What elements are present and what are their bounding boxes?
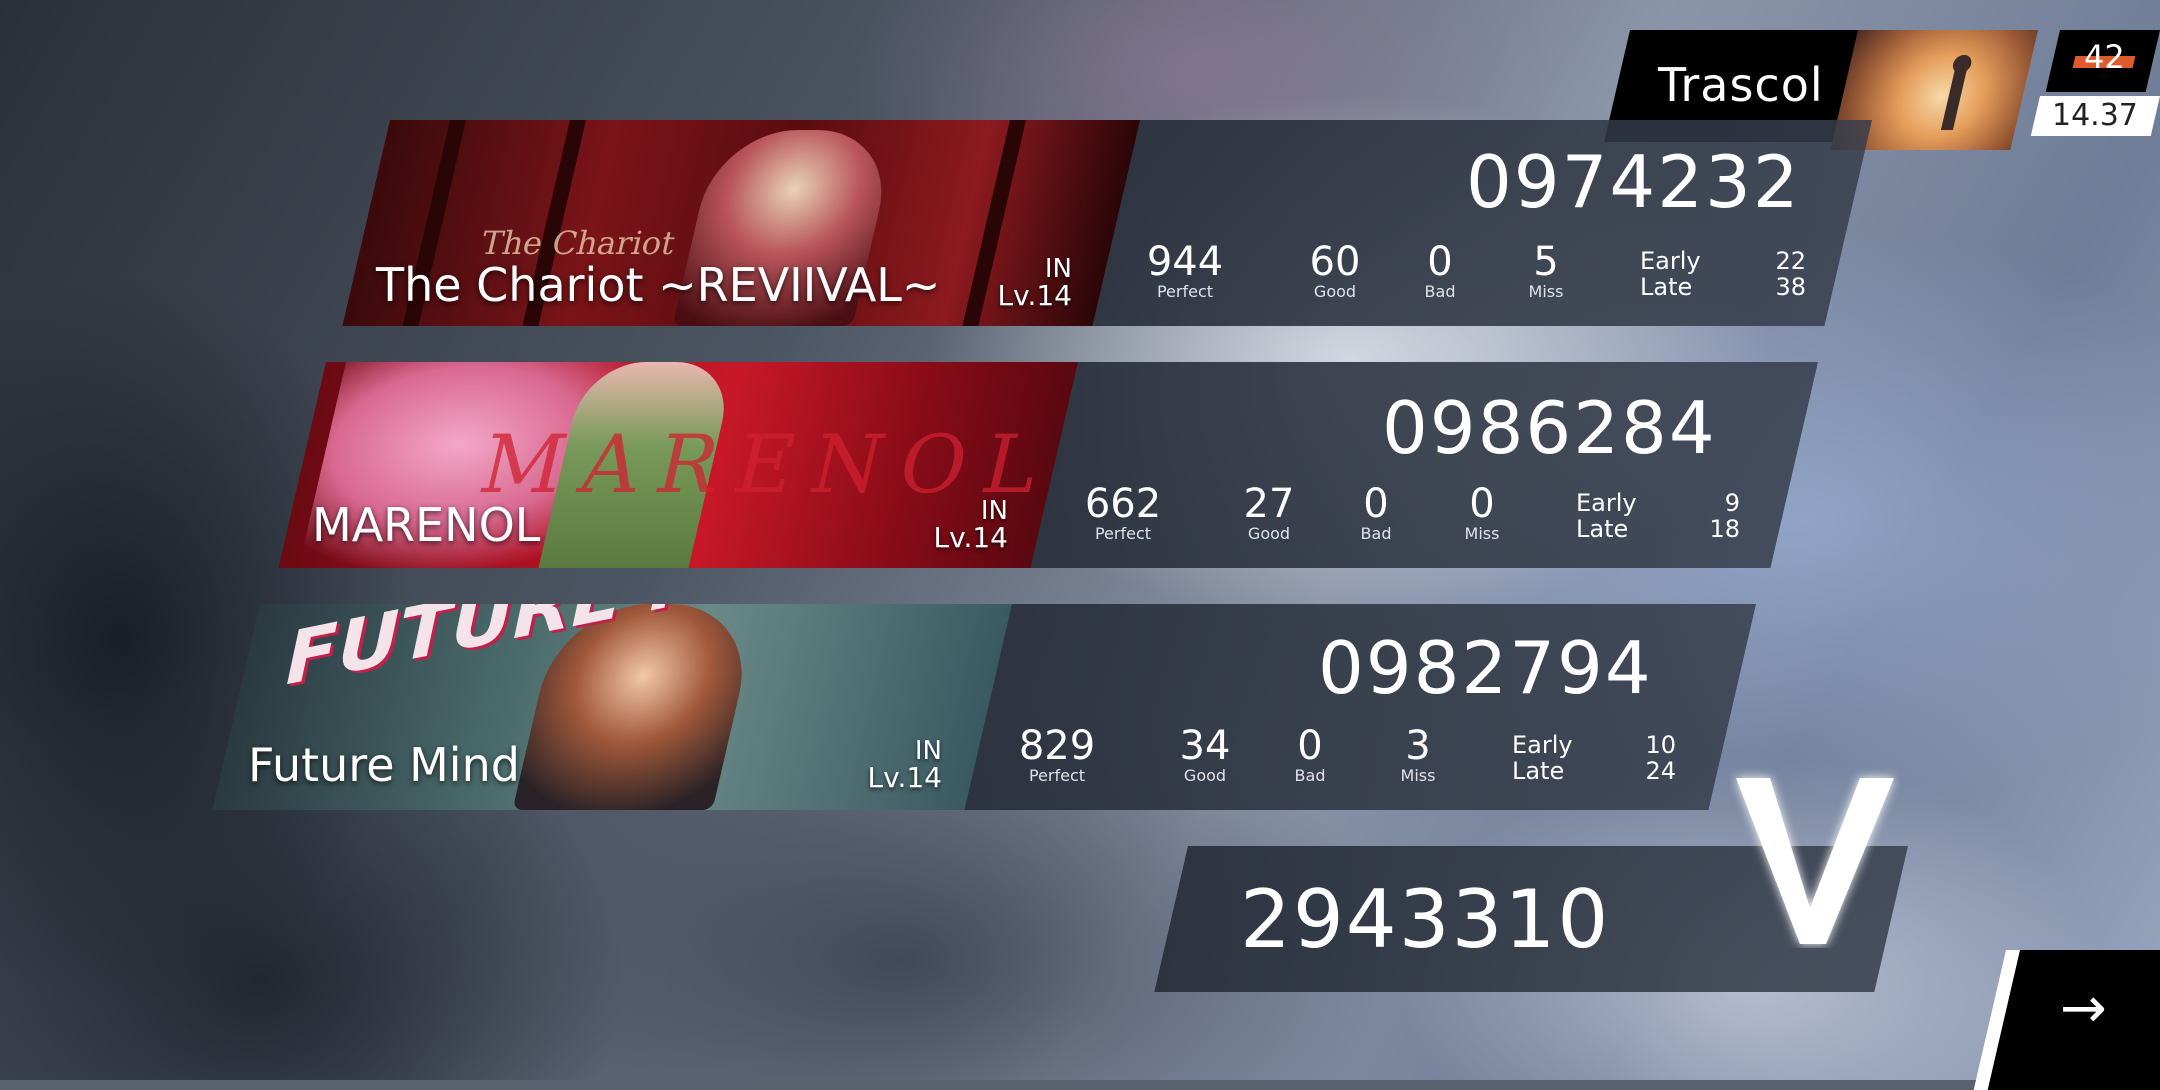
miss-count: 5 <box>1533 239 1559 285</box>
miss-stat: 5 Miss <box>1506 242 1586 301</box>
late-count: 18 <box>1709 515 1740 543</box>
bad-label: Bad <box>1424 282 1456 301</box>
miss-stat: 3 Miss <box>1378 726 1458 785</box>
late-count: 38 <box>1775 273 1806 301</box>
bad-stat: 0 Bad <box>1270 726 1350 785</box>
bad-count: 0 <box>1297 723 1323 769</box>
miss-stat: 0 Miss <box>1442 484 1522 543</box>
next-button[interactable]: → <box>1973 950 2160 1090</box>
early-label: Early <box>1576 489 1637 517</box>
song-level: Lv.14 <box>933 521 1008 554</box>
good-label: Good <box>1183 766 1227 785</box>
arrow-right-icon: → <box>2060 976 2107 1041</box>
song-level: Lv.14 <box>867 761 942 794</box>
song-title: MARENOL <box>312 498 541 552</box>
good-stat: 60 Good <box>1290 242 1380 301</box>
late-label: Late <box>1640 273 1693 301</box>
late-label: Late <box>1512 757 1565 785</box>
perfect-stat: 944 Perfect <box>1130 242 1240 301</box>
total-score: 2943310 <box>1240 873 1611 966</box>
miss-label: Miss <box>1464 524 1500 543</box>
good-count: 27 <box>1243 481 1295 527</box>
miss-count: 0 <box>1469 481 1495 527</box>
bad-stat: 0 Bad <box>1400 242 1480 301</box>
good-label: Good <box>1313 282 1357 301</box>
good-stat: 34 Good <box>1160 726 1250 785</box>
bad-count: 0 <box>1363 481 1389 527</box>
player-name: Trascol <box>1658 58 1824 112</box>
miss-label: Miss <box>1400 766 1436 785</box>
bad-label: Bad <box>1360 524 1392 543</box>
miss-label: Miss <box>1528 282 1564 301</box>
early-count: 10 <box>1645 731 1676 759</box>
song-card-1[interactable]: The Chariot The Chariot ~REVIIVAL~ IN Lv… <box>0 120 2160 330</box>
song-card-2[interactable]: MARENOL MARENOL IN Lv.14 0986284 662 Per… <box>0 362 2160 572</box>
song-score: 0974232 <box>1466 140 1801 224</box>
song-score: 0982794 <box>1318 626 1653 710</box>
late-count: 24 <box>1645 757 1676 785</box>
bad-label: Bad <box>1294 766 1326 785</box>
bad-count: 0 <box>1427 239 1453 285</box>
good-label: Good <box>1247 524 1291 543</box>
early-count: 22 <box>1775 247 1806 275</box>
perfect-stat: 829 Perfect <box>1002 726 1112 785</box>
song-score: 0986284 <box>1382 386 1717 470</box>
rank-v-icon <box>1730 768 1900 948</box>
good-stat: 27 Good <box>1224 484 1314 543</box>
good-count: 60 <box>1309 239 1361 285</box>
song-level: Lv.14 <box>997 279 1072 312</box>
art-caption: The Chariot <box>477 224 679 262</box>
early-label: Early <box>1512 731 1573 759</box>
perfect-count: 829 <box>1018 723 1096 769</box>
song-title: The Chariot ~REVIIVAL~ <box>376 258 941 312</box>
good-count: 34 <box>1179 723 1231 769</box>
song-title: Future Mind <box>248 738 520 792</box>
bad-stat: 0 Bad <box>1336 484 1416 543</box>
early-label: Early <box>1640 247 1701 275</box>
perfect-stat: 662 Perfect <box>1068 484 1178 543</box>
perfect-count: 944 <box>1146 239 1224 285</box>
rks-level: 42 <box>2084 38 2125 76</box>
miss-count: 3 <box>1405 723 1431 769</box>
late-label: Late <box>1576 515 1629 543</box>
early-count: 9 <box>1724 489 1740 517</box>
perfect-count: 662 <box>1084 481 1162 527</box>
